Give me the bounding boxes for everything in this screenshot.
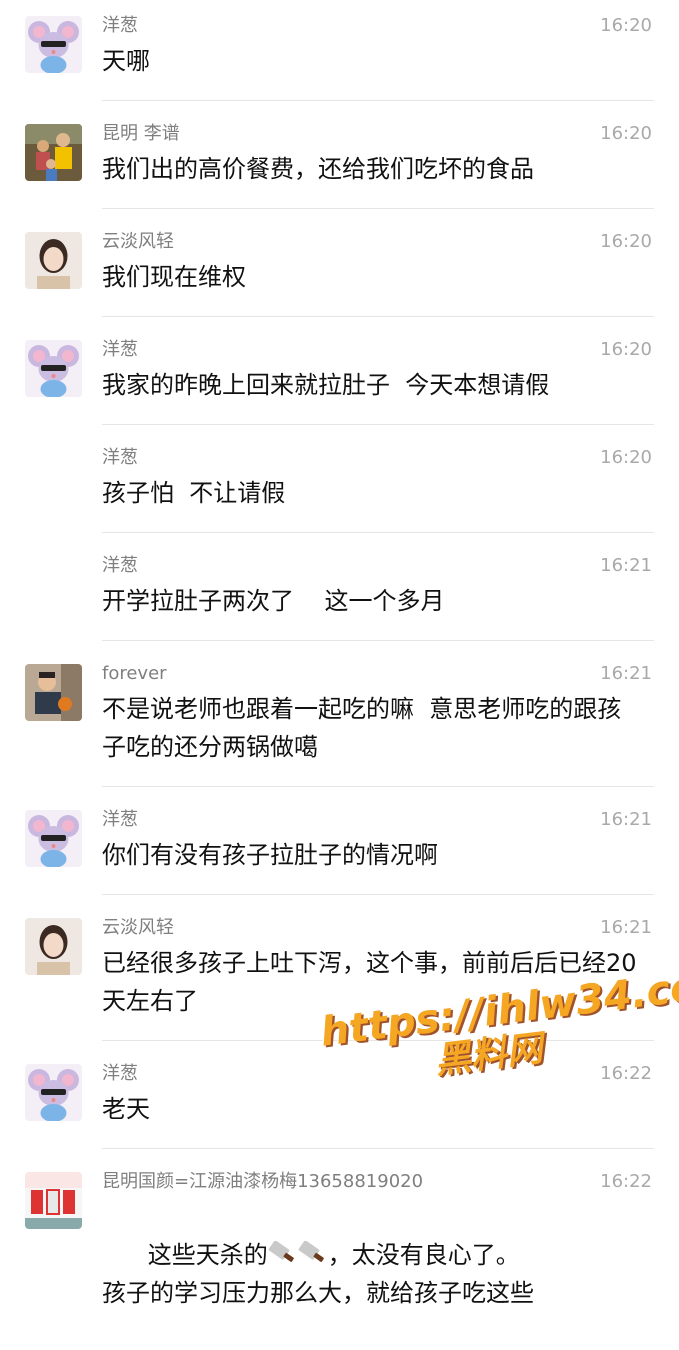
chat-message[interactable]: 昆明 李谱 16:20 我们出的高价餐费，还给我们吃坏的食品 xyxy=(0,108,679,209)
message-time: 16:22 xyxy=(600,1171,652,1192)
message-text[interactable]: 我们出的高价餐费，还给我们吃坏的食品 xyxy=(102,150,657,188)
mouse-avatar[interactable] xyxy=(25,340,82,397)
message-text[interactable]: 我家的昨晚上回来就拉肚子 今天本想请假 xyxy=(102,366,657,404)
divider xyxy=(102,208,654,209)
message-text[interactable]: 开学拉肚子两次了 这一个多月 xyxy=(102,582,657,620)
paint-shop-avatar[interactable] xyxy=(25,1172,82,1229)
chat-message[interactable]: 洋葱 16:20 我家的昨晚上回来就拉肚子 今天本想请假 xyxy=(0,324,679,425)
divider xyxy=(102,1148,654,1149)
mouse-avatar[interactable] xyxy=(25,16,82,73)
chat-message[interactable]: 云淡风轻 16:20 我们现在维权 xyxy=(0,216,679,317)
divider xyxy=(102,640,654,641)
sender-name: 洋葱 xyxy=(102,339,138,360)
chat-message[interactable]: 洋葱 16:20 天哪 xyxy=(0,0,679,101)
message-text[interactable]: 老天 xyxy=(102,1090,657,1128)
kitchen-knife-icon xyxy=(268,1241,294,1262)
sender-name: 昆明 李谱 xyxy=(102,123,180,144)
divider xyxy=(102,532,654,533)
message-time: 16:20 xyxy=(600,123,652,144)
message-text[interactable]: 你们有没有孩子拉肚子的情况啊 xyxy=(102,836,657,874)
message-text-part: ，太没有良心了。 xyxy=(327,1241,520,1269)
message-time: 16:20 xyxy=(600,231,652,252)
message-time: 16:21 xyxy=(600,555,652,576)
chat-message[interactable]: 洋葱 16:22 老天 xyxy=(0,1048,679,1149)
divider xyxy=(102,786,654,787)
divider xyxy=(102,1040,654,1041)
message-text[interactable]: 孩子怕 不让请假 xyxy=(102,474,657,512)
message-time: 16:20 xyxy=(600,447,652,468)
message-time: 16:21 xyxy=(600,809,652,830)
chat-message[interactable]: 云淡风轻 16:21 已经很多孩子上吐下泻，这个事，前前后后已经20天左右了 xyxy=(0,902,679,1042)
kitchen-knife-icon xyxy=(298,1241,324,1262)
sender-name: 云淡风轻 xyxy=(102,917,174,938)
message-time: 16:20 xyxy=(600,15,652,36)
message-time: 16:21 xyxy=(600,917,652,938)
chat-message[interactable]: 洋葱 16:21 开学拉肚子两次了 这一个多月 xyxy=(0,540,679,641)
woman-portrait-avatar[interactable] xyxy=(25,918,82,975)
message-time: 16:20 xyxy=(600,339,652,360)
divider xyxy=(102,316,654,317)
sender-name: 洋葱 xyxy=(102,447,138,468)
chat-message[interactable]: 洋葱 16:20 孩子怕 不让请假 xyxy=(0,432,679,533)
sender-name: 昆明国颜=江源油漆杨梅13658819020 xyxy=(102,1171,424,1192)
message-text[interactable]: 天哪 xyxy=(102,42,657,80)
child-photo-avatar[interactable] xyxy=(25,664,82,721)
chat-message[interactable]: 昆明国颜=江源油漆杨梅13658819020 16:22 这些天杀的 ，太没有良心… xyxy=(0,1156,679,1307)
message-text[interactable]: 我们现在维权 xyxy=(102,258,657,296)
message-text[interactable]: 已经很多孩子上吐下泻，这个事，前前后后已经20天左右了 xyxy=(102,944,652,1020)
divider xyxy=(102,100,654,101)
woman-portrait-avatar[interactable] xyxy=(25,232,82,289)
message-text[interactable]: 不是说老师也跟着一起吃的嘛 意思老师吃的跟孩子吃的还分两锅做噶 xyxy=(102,690,642,766)
chat-message[interactable]: forever 16:21 不是说老师也跟着一起吃的嘛 意思老师吃的跟孩子吃的还… xyxy=(0,648,679,788)
message-time: 16:22 xyxy=(600,1063,652,1084)
family-photo-avatar[interactable] xyxy=(25,124,82,181)
sender-name: 洋葱 xyxy=(102,1063,138,1084)
mouse-avatar[interactable] xyxy=(25,1064,82,1121)
divider xyxy=(102,424,654,425)
divider xyxy=(102,894,654,895)
mouse-avatar[interactable] xyxy=(25,810,82,867)
message-text-part: 孩子的学习压力那么大，就给孩子吃这些 xyxy=(102,1279,534,1307)
sender-name: forever xyxy=(102,663,167,684)
sender-name: 洋葱 xyxy=(102,15,138,36)
chat-message[interactable]: 洋葱 16:21 你们有没有孩子拉肚子的情况啊 xyxy=(0,794,679,895)
message-text-part: 这些天杀的 xyxy=(147,1241,268,1269)
sender-name: 洋葱 xyxy=(102,555,138,576)
message-text[interactable]: 这些天杀的 ，太没有良心了。孩子的学习压力那么大，就给孩子吃这些 xyxy=(102,1198,657,1350)
sender-name: 云淡风轻 xyxy=(102,231,174,252)
sender-name: 洋葱 xyxy=(102,809,138,830)
message-time: 16:21 xyxy=(600,663,652,684)
